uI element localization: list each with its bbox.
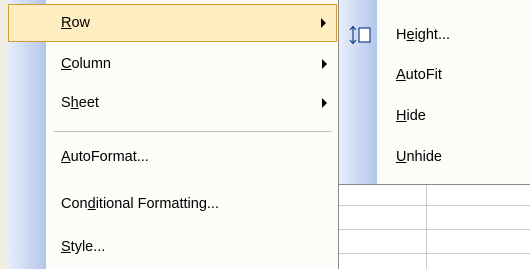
row-submenu: Height... AutoFit Hide Unhide: [338, 0, 530, 185]
menu-item-conditional-formatting-label: Conditional Formatting...: [61, 196, 219, 212]
row-height-icon: [348, 25, 372, 45]
submenu-item-unhide[interactable]: Unhide: [339, 136, 529, 178]
submenu-arrow-icon: [322, 59, 327, 69]
menu-item-style[interactable]: Style...: [8, 228, 337, 266]
row-header-strip: [0, 0, 8, 269]
format-menu: Row Column Sheet AutoFormat... Condition…: [8, 0, 339, 269]
menu-item-row-label: Row: [61, 15, 91, 31]
submenu-item-hide[interactable]: Hide: [339, 95, 529, 137]
submenu-item-hide-label: Hide: [396, 108, 426, 124]
menu-item-column-label: Column: [61, 56, 111, 72]
submenu-arrow-icon: [321, 18, 326, 28]
menu-item-autoformat-label: AutoFormat...: [61, 149, 149, 165]
submenu-item-height-label: Height...: [396, 27, 451, 43]
menu-item-column[interactable]: Column: [8, 45, 337, 83]
menu-item-conditional-formatting[interactable]: Conditional Formatting...: [8, 185, 337, 223]
menu-item-row[interactable]: Row: [8, 4, 337, 42]
menu-item-autoformat[interactable]: AutoFormat...: [8, 138, 337, 176]
submenu-item-height[interactable]: Height...: [339, 14, 529, 56]
menu-item-sheet-label: Sheet: [61, 95, 99, 111]
cell-grid[interactable]: [338, 185, 530, 269]
submenu-item-autofit-label: AutoFit: [396, 67, 442, 83]
menu-separator: [54, 131, 332, 132]
submenu-item-autofit[interactable]: AutoFit: [339, 54, 529, 96]
menu-item-style-label: Style...: [61, 239, 106, 255]
submenu-arrow-icon: [322, 98, 327, 108]
submenu-item-unhide-label: Unhide: [396, 149, 442, 165]
menu-item-sheet[interactable]: Sheet: [8, 84, 337, 122]
